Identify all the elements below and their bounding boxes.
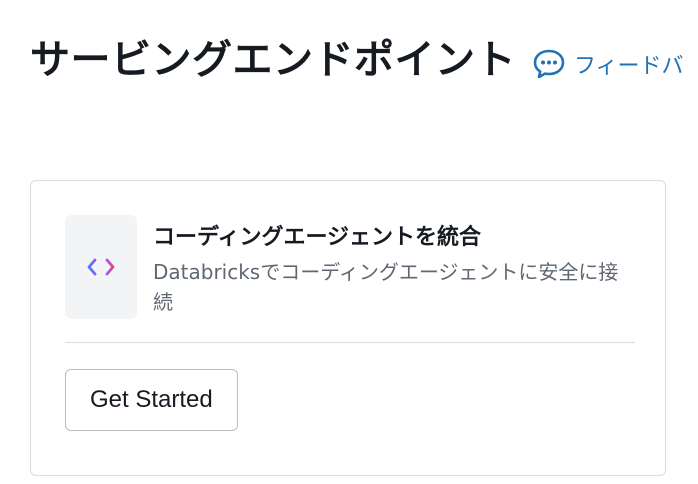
card-description: Databricksでコーディングエージェントに安全に接続 xyxy=(153,260,619,314)
feedback-label: フィードバ xyxy=(574,54,684,79)
feedback-link[interactable]: フィードバ xyxy=(532,48,684,80)
card-divider xyxy=(65,342,635,343)
chat-bubble-icon xyxy=(532,48,566,80)
code-brackets-icon xyxy=(65,215,137,319)
serving-endpoints-page: サービングエンドポイント フィードバ コーディングエージェントを統合 Datab… xyxy=(0,0,698,484)
page-title: サービングエンドポイント xyxy=(30,37,516,83)
coding-agent-card: コーディングエージェントを統合 Databricksでコーディングエージェントに… xyxy=(30,180,666,476)
get-started-button[interactable]: Get Started xyxy=(65,369,238,431)
card-title: コーディングエージェントを統合 xyxy=(153,225,482,250)
